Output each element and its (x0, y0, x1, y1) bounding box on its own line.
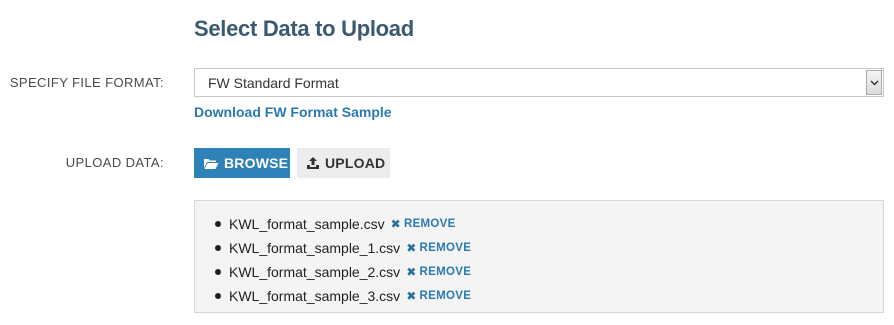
close-icon: ✖ (406, 265, 417, 279)
list-item: KWL_format_sample_2.csv ✖ REMOVE (215, 260, 471, 284)
close-icon: ✖ (390, 217, 401, 231)
bullet (215, 269, 221, 275)
list-item: KWL_format_sample_3.csv ✖ REMOVE (215, 284, 471, 308)
remove-file-button[interactable]: ✖ REMOVE (406, 241, 471, 255)
file-list-panel: KWL_format_sample.csv ✖ REMOVE KWL_forma… (194, 200, 884, 313)
browse-button-label: BROWSE (224, 155, 289, 171)
remove-file-button[interactable]: ✖ REMOVE (406, 289, 471, 303)
remove-file-button[interactable]: ✖ REMOVE (406, 265, 471, 279)
file-format-label: SPECIFY FILE FORMAT: (9, 75, 164, 90)
folder-open-icon (203, 157, 219, 170)
upload-button[interactable]: UPLOAD (297, 148, 390, 178)
upload-button-label: UPLOAD (325, 155, 386, 171)
close-icon: ✖ (406, 241, 417, 255)
upload-data-label: UPLOAD DATA: (65, 155, 164, 170)
list-item: KWL_format_sample.csv ✖ REMOVE (215, 212, 471, 236)
upload-icon (306, 156, 320, 170)
download-format-sample-link[interactable]: Download FW Format Sample (194, 104, 392, 120)
bullet (215, 245, 221, 251)
remove-label: REMOVE (419, 266, 472, 278)
file-name: KWL_format_sample_3.csv (229, 288, 401, 304)
bullet (215, 293, 221, 299)
bullet (215, 221, 221, 227)
close-icon: ✖ (406, 289, 417, 303)
remove-file-button[interactable]: ✖ REMOVE (391, 217, 456, 231)
file-name: KWL_format_sample_2.csv (229, 264, 401, 280)
file-name: KWL_format_sample_1.csv (229, 240, 401, 256)
upload-page: Select Data to Upload SPECIFY FILE FORMA… (0, 0, 894, 325)
list-item: KWL_format_sample_1.csv ✖ REMOVE (215, 236, 471, 260)
file-list: KWL_format_sample.csv ✖ REMOVE KWL_forma… (215, 212, 471, 308)
browse-button[interactable]: BROWSE (194, 148, 290, 178)
remove-label: REMOVE (403, 218, 456, 230)
remove-label: REMOVE (419, 290, 472, 302)
chevron-down-icon[interactable] (866, 70, 882, 95)
file-format-selected-value: FW Standard Format (208, 75, 339, 91)
remove-label: REMOVE (419, 242, 472, 254)
file-name: KWL_format_sample.csv (229, 216, 385, 232)
file-format-select[interactable]: FW Standard Format (194, 68, 884, 97)
page-title: Select Data to Upload (194, 16, 414, 41)
